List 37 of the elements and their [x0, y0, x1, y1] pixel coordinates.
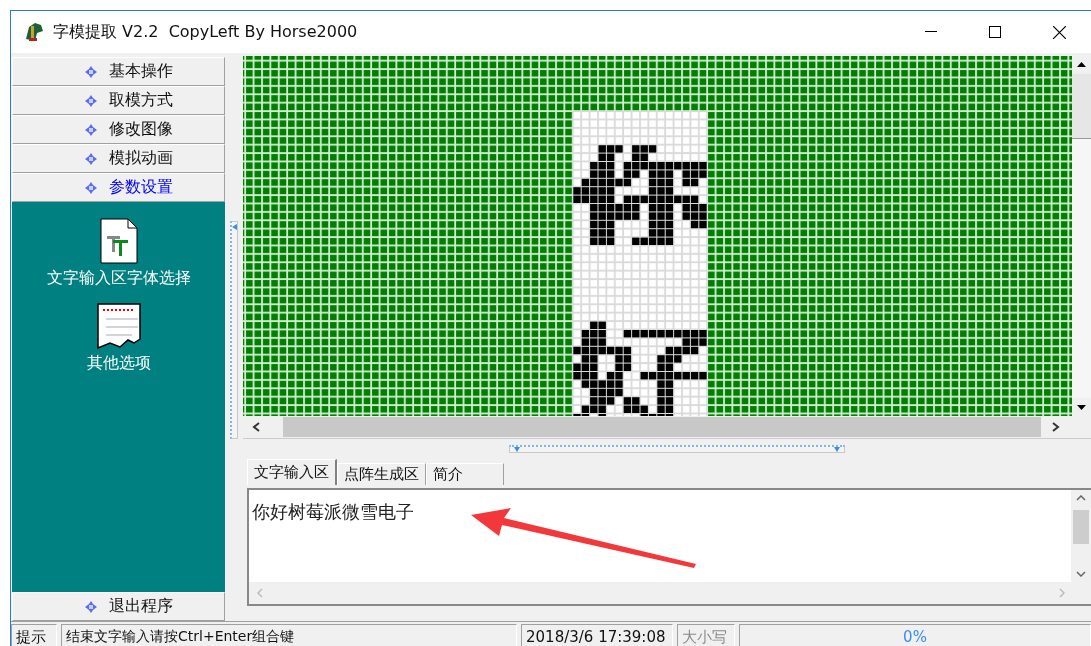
minimize-icon	[925, 31, 937, 33]
diamond-icon	[84, 181, 97, 194]
progress-reading: 0%	[903, 628, 927, 646]
close-icon	[1052, 25, 1066, 39]
diamond-icon	[84, 123, 97, 136]
scroll-thumb[interactable]	[1073, 510, 1089, 544]
status-datetime: 2018/3/6 17:39:08	[521, 624, 673, 646]
sidebar-item[interactable]: 模拟动画	[12, 144, 225, 173]
document-lines-icon[interactable]	[95, 303, 142, 349]
left-triangle-icon	[232, 224, 237, 230]
caps-indicator: 大小写	[677, 624, 735, 646]
sidebar-item[interactable]: 参数设置	[12, 173, 225, 202]
status-message: 结束文字输入请按Ctrl+Enter组合键	[61, 624, 517, 646]
maximize-icon	[989, 26, 1001, 38]
exit-item[interactable]: 退出程序	[12, 592, 225, 621]
tab[interactable]: 文字输入区	[247, 459, 337, 485]
down-triangle-icon	[834, 447, 840, 452]
splitter-handle[interactable]	[230, 221, 238, 439]
diamond-icon	[84, 94, 97, 107]
document-tt-icon[interactable]	[99, 218, 138, 264]
status-label: 提示	[11, 624, 57, 646]
diamond-icon	[84, 600, 97, 613]
tab[interactable]: 简介	[426, 463, 504, 485]
splitter-handle[interactable]	[509, 445, 845, 453]
sidebar-item[interactable]: 修改图像	[12, 115, 225, 144]
diamond-icon	[84, 152, 97, 165]
text-input-field[interactable]: 你好树莓派微雪电子	[247, 488, 1091, 606]
sidebar-item[interactable]: 取模方式	[12, 86, 225, 115]
down-triangle-icon	[514, 447, 520, 452]
panel-item-label[interactable]: 文字输入区字体选择	[46, 268, 191, 289]
sidebar-item[interactable]: 基本操作	[12, 57, 225, 86]
diamond-icon	[84, 65, 97, 78]
tab[interactable]: 点阵生成区	[337, 463, 426, 485]
panel-item-label[interactable]: 其他选项	[86, 353, 151, 374]
scroll-thumb[interactable]	[283, 417, 1041, 437]
scroll-thumb[interactable]	[1072, 74, 1091, 139]
window-title: 字模提取 V2.2 CopyLeft By Horse2000	[53, 21, 358, 43]
